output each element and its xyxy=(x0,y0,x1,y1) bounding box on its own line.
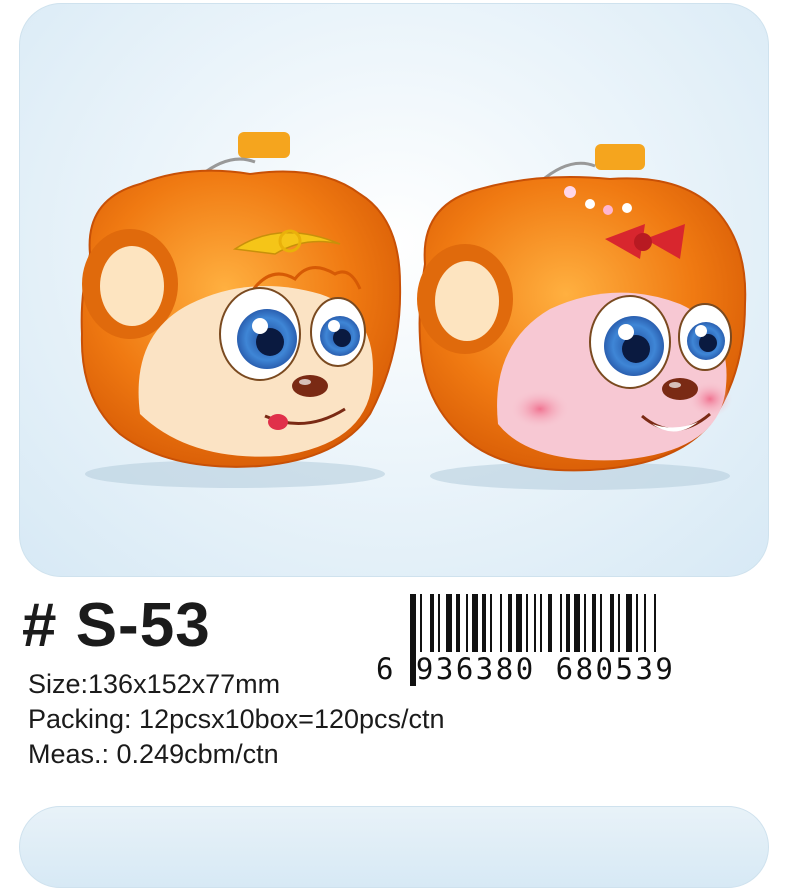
barcode-bar xyxy=(446,594,452,652)
barcode-bar xyxy=(610,594,614,652)
barcode-bar xyxy=(560,594,562,652)
barcode: 6 936380 680539 xyxy=(376,594,754,686)
barcode-bar xyxy=(490,594,492,652)
barcode-bar xyxy=(472,594,478,652)
monkey-tins-illustration xyxy=(80,132,747,490)
barcode-bar xyxy=(508,594,512,652)
barcode-bar xyxy=(618,594,620,652)
clasp-icon xyxy=(238,132,290,158)
barcode-bar xyxy=(584,594,586,652)
clasp-icon xyxy=(595,144,645,170)
barcode-bar xyxy=(438,594,440,652)
barcode-bar xyxy=(456,594,460,652)
barcode-bar xyxy=(516,594,522,652)
barcode-bar xyxy=(466,594,468,652)
model-number: # S-53 xyxy=(22,591,211,660)
monkey-tin-boy xyxy=(80,132,402,488)
barcode-bar xyxy=(600,594,602,652)
barcode-bar xyxy=(482,594,486,652)
barcode-bar xyxy=(592,594,596,652)
barcode-bar xyxy=(566,594,570,652)
barcode-digits: 6 936380 680539 xyxy=(376,652,676,686)
barcode-bar xyxy=(526,594,528,652)
monkey-tin-girl xyxy=(417,144,747,490)
barcode-bar xyxy=(636,594,638,652)
barcode-bar xyxy=(626,594,632,652)
size-spec: Size:136x152x77mm xyxy=(28,669,281,699)
barcode-bar xyxy=(500,594,502,652)
barcode-bar xyxy=(430,594,434,652)
barcode-bar xyxy=(574,594,580,652)
measurement-spec: Meas.: 0.249cbm/ctn xyxy=(28,739,279,769)
packing-spec: Packing: 12pcsx10box=120pcs/ctn xyxy=(28,704,445,734)
product-photo xyxy=(19,3,769,577)
barcode-bar xyxy=(548,594,552,652)
next-product-panel xyxy=(19,806,769,888)
